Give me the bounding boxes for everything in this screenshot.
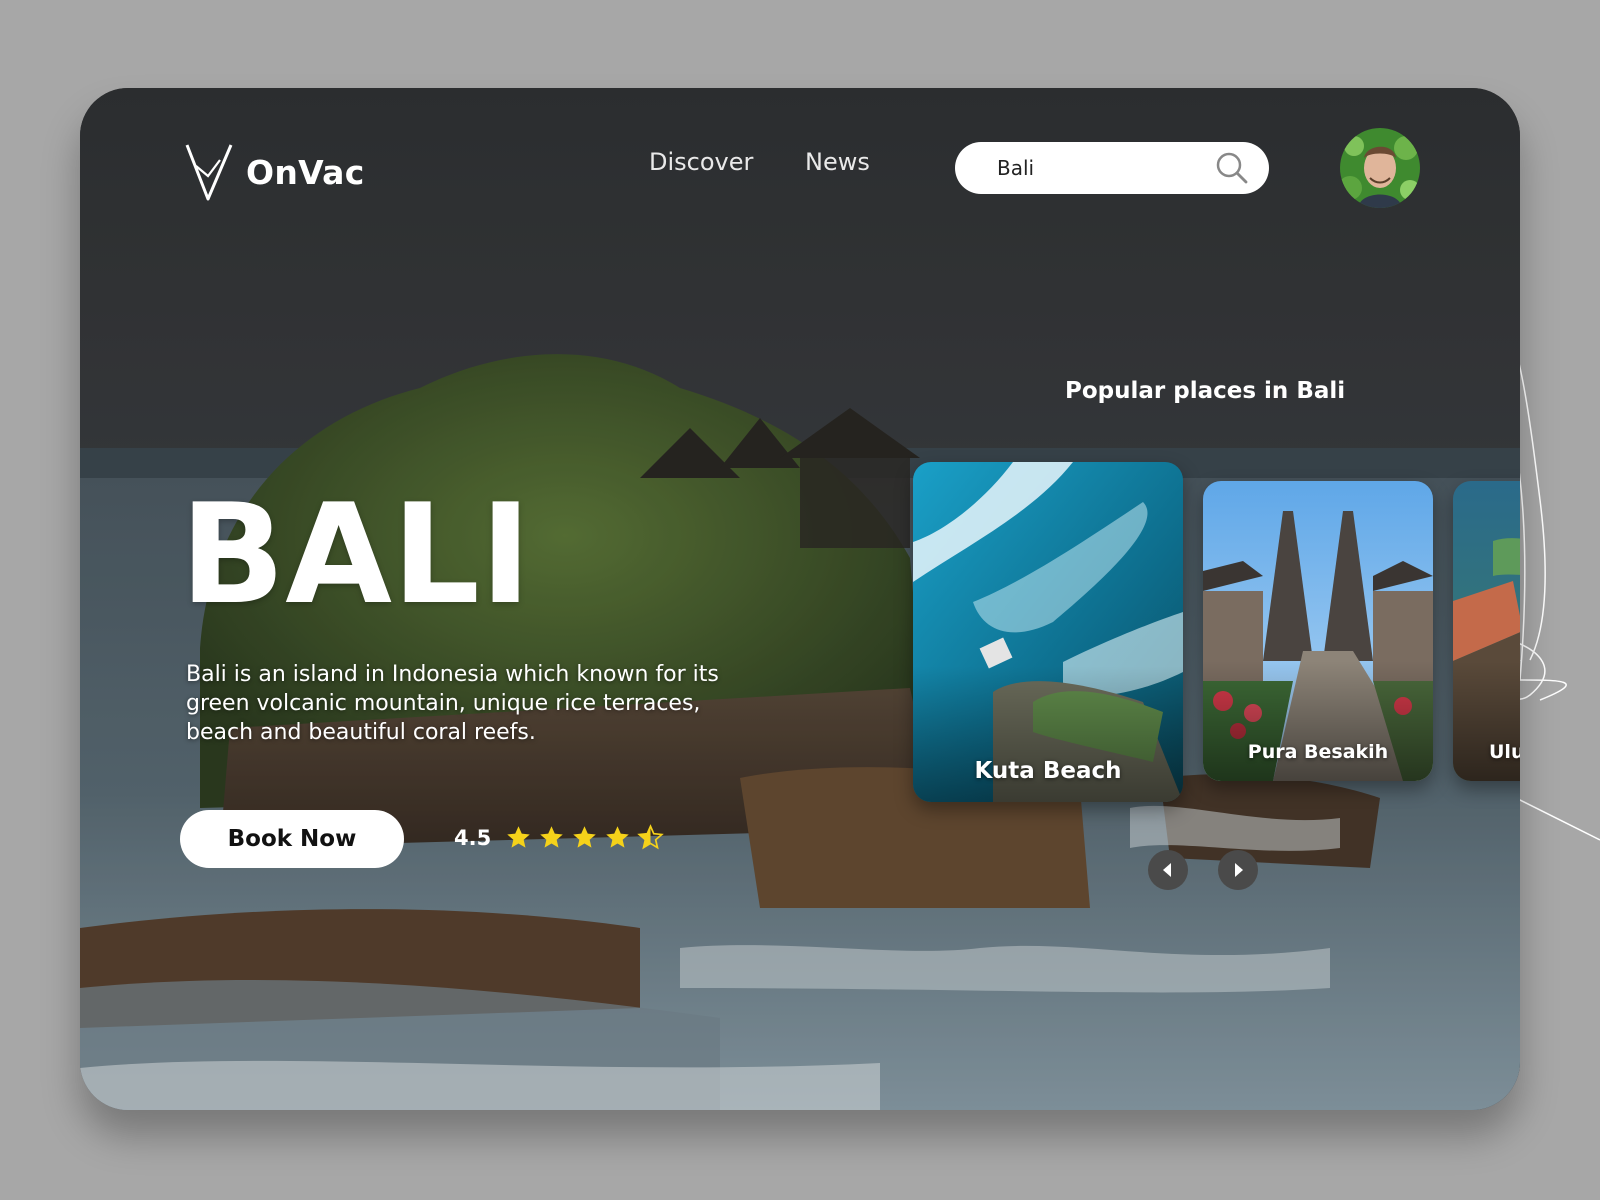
logo[interactable]: OnVac xyxy=(184,142,365,202)
rating: 4.5 xyxy=(454,824,664,851)
place-card-ulu[interactable]: Ulu xyxy=(1453,481,1520,781)
search-input[interactable] xyxy=(995,155,1199,181)
rating-value: 4.5 xyxy=(454,825,492,850)
star-icon xyxy=(507,826,530,848)
chevron-right-icon xyxy=(1235,863,1243,877)
search-icon[interactable] xyxy=(1215,151,1249,185)
star-icon xyxy=(540,826,563,848)
avatar-photo xyxy=(1340,128,1420,208)
place-label: Ulu xyxy=(1489,741,1520,763)
star-half-icon xyxy=(637,824,664,850)
ulu-photo xyxy=(1453,481,1520,781)
popular-places-title: Popular places in Bali xyxy=(1065,378,1346,404)
place-card-pura-besakih[interactable]: Pura Besakih xyxy=(1203,481,1433,781)
carousel-prev-button[interactable] xyxy=(1148,850,1188,890)
hero-title: BALI xyxy=(180,474,532,635)
book-now-button[interactable]: Book Now xyxy=(180,810,404,868)
star-icon xyxy=(573,826,596,848)
user-avatar[interactable] xyxy=(1340,128,1420,208)
logo-v-icon xyxy=(185,144,233,201)
carousel-next-button[interactable] xyxy=(1218,850,1258,890)
star-icon xyxy=(606,826,629,848)
place-card-kuta-beach[interactable]: Kuta Beach xyxy=(913,462,1183,802)
kuta-beach-photo xyxy=(913,462,1183,802)
place-label: Pura Besakih xyxy=(1247,741,1389,763)
pura-besakih-photo xyxy=(1203,481,1433,781)
nav-discover[interactable]: Discover xyxy=(649,148,753,176)
place-label: Kuta Beach xyxy=(974,758,1122,784)
logo-text: OnVac xyxy=(246,152,365,192)
hero-description: Bali is an island in Indonesia which kno… xyxy=(186,662,719,745)
chevron-left-icon xyxy=(1163,863,1171,877)
search-box xyxy=(955,142,1269,194)
nav-news[interactable]: News xyxy=(805,148,870,176)
hero-frame: OnVac Discover News BALI Bali is an isla… xyxy=(80,88,1520,1110)
